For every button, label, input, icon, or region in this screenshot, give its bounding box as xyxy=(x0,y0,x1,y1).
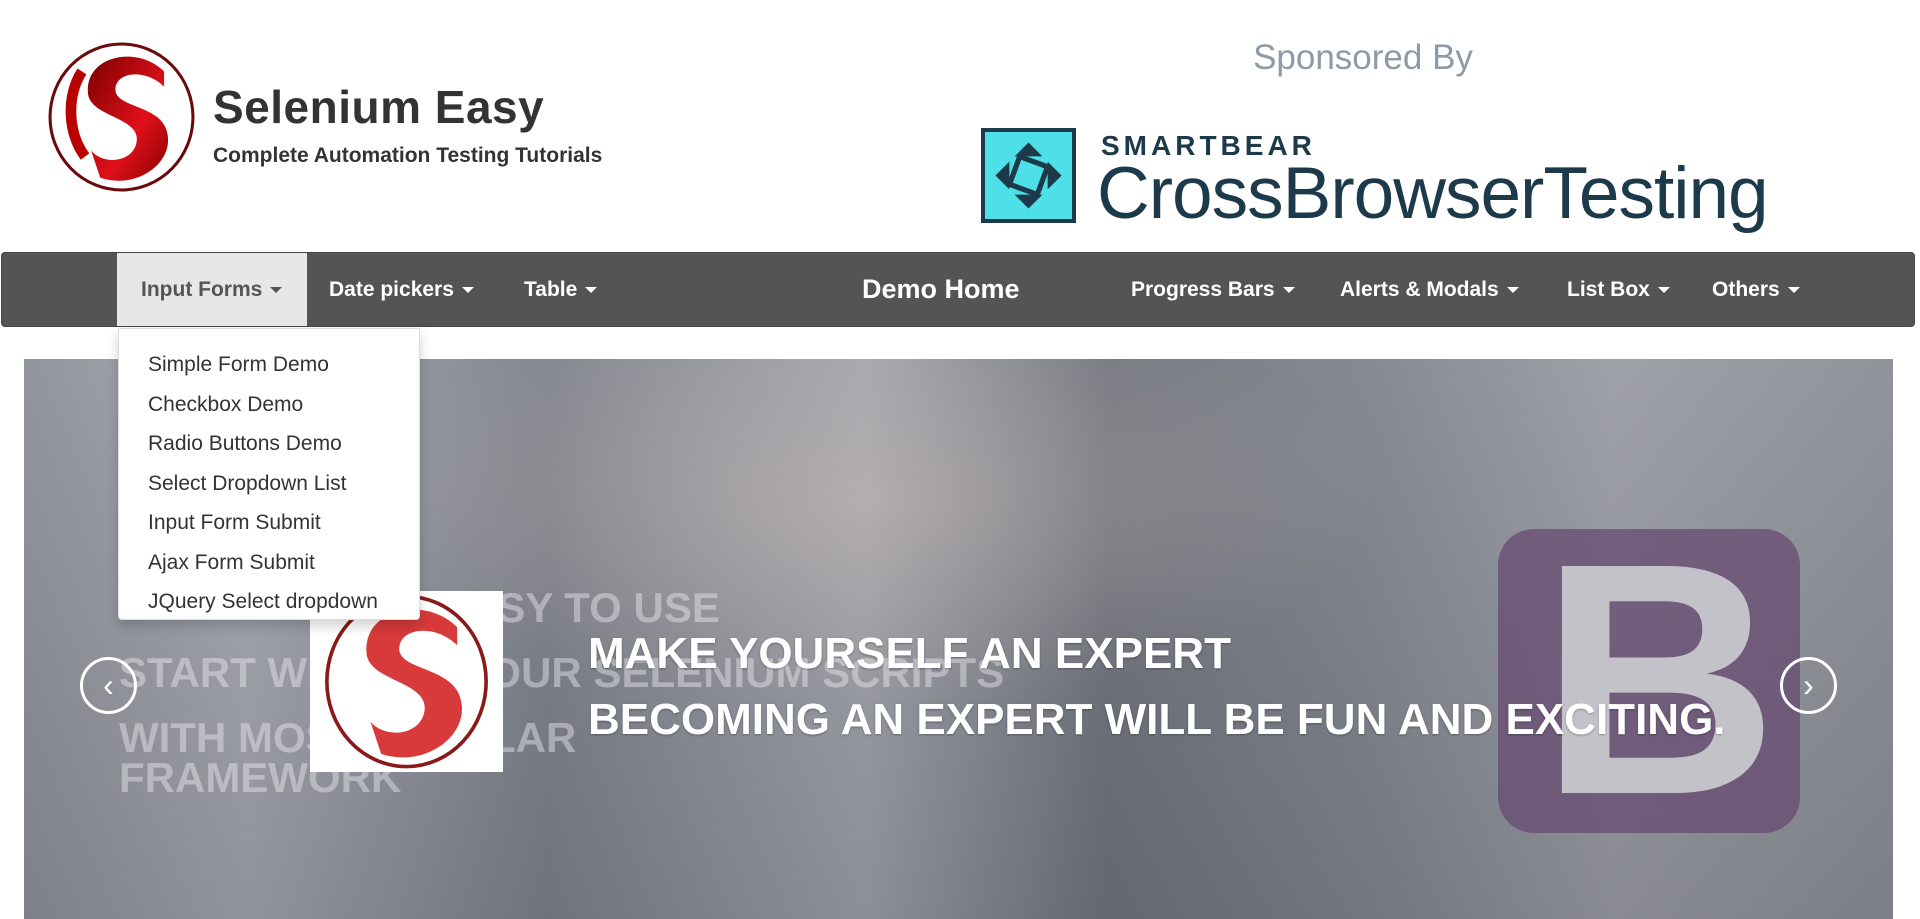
brand-subtitle: Complete Automation Testing Tutorials xyxy=(213,144,603,167)
nav-demo-home[interactable]: Demo Home xyxy=(862,253,1020,326)
menu-item-select-dropdown-list[interactable]: Select Dropdown List xyxy=(119,464,419,504)
caret-down-icon xyxy=(1282,287,1295,294)
carousel-prev-chevron-left-icon[interactable]: ‹ xyxy=(80,657,137,714)
nav-date-pickers[interactable]: Date pickers xyxy=(329,253,474,326)
nav-label: Table xyxy=(524,278,578,301)
menu-item-radio-buttons-demo[interactable]: Radio Buttons Demo xyxy=(119,424,419,464)
carousel-caption-subtitle: BECOMING AN EXPERT WILL BE FUN AND EXCIT… xyxy=(588,695,1726,744)
sponsored-by-label: Sponsored By xyxy=(1253,38,1473,77)
nav-label: Alerts & Modals xyxy=(1340,278,1499,301)
caret-down-icon xyxy=(1506,287,1519,294)
brand-title: Selenium Easy xyxy=(213,81,545,133)
selenium-easy-logo[interactable] xyxy=(45,41,198,193)
carousel-caption-title: MAKE YOURSELF AN EXPERT xyxy=(588,629,1231,678)
menu-item-jquery-select-dropdown[interactable]: JQuery Select dropdown xyxy=(119,582,419,622)
nav-label: Others xyxy=(1712,278,1780,301)
main-navbar: Input Forms Date pickers Table Demo Home… xyxy=(1,252,1915,327)
input-forms-dropdown-menu: Simple Form Demo Checkbox Demo Radio But… xyxy=(118,328,420,620)
nav-others[interactable]: Others xyxy=(1712,253,1800,326)
crossbrowsertesting-logo-icon[interactable] xyxy=(981,128,1076,223)
bootstrap-logo: B xyxy=(1498,514,1800,844)
nav-input-forms[interactable]: Input Forms xyxy=(117,253,307,326)
caret-down-icon xyxy=(1657,287,1670,294)
caret-down-icon xyxy=(1787,287,1800,294)
menu-item-ajax-form-submit[interactable]: Ajax Form Submit xyxy=(119,543,419,583)
sponsor-product[interactable]: CrossBrowserTesting xyxy=(1097,152,1769,235)
nav-label: Input Forms xyxy=(141,278,263,301)
caret-down-icon xyxy=(461,287,474,294)
nav-table[interactable]: Table xyxy=(524,253,598,326)
caret-down-icon xyxy=(585,287,598,294)
nav-progress-bars[interactable]: Progress Bars xyxy=(1131,253,1295,326)
menu-item-checkbox-demo[interactable]: Checkbox Demo xyxy=(119,385,419,425)
nav-label: Date pickers xyxy=(329,278,454,301)
nav-label: List Box xyxy=(1567,278,1650,301)
nav-list-box[interactable]: List Box xyxy=(1567,253,1670,326)
nav-label: Progress Bars xyxy=(1131,278,1275,301)
caret-down-icon xyxy=(270,287,283,294)
menu-item-simple-form-demo[interactable]: Simple Form Demo xyxy=(119,345,419,385)
carousel-next-chevron-right-icon[interactable]: › xyxy=(1780,657,1837,714)
menu-item-input-form-submit[interactable]: Input Form Submit xyxy=(119,503,419,543)
nav-alerts-modals[interactable]: Alerts & Modals xyxy=(1340,253,1519,326)
